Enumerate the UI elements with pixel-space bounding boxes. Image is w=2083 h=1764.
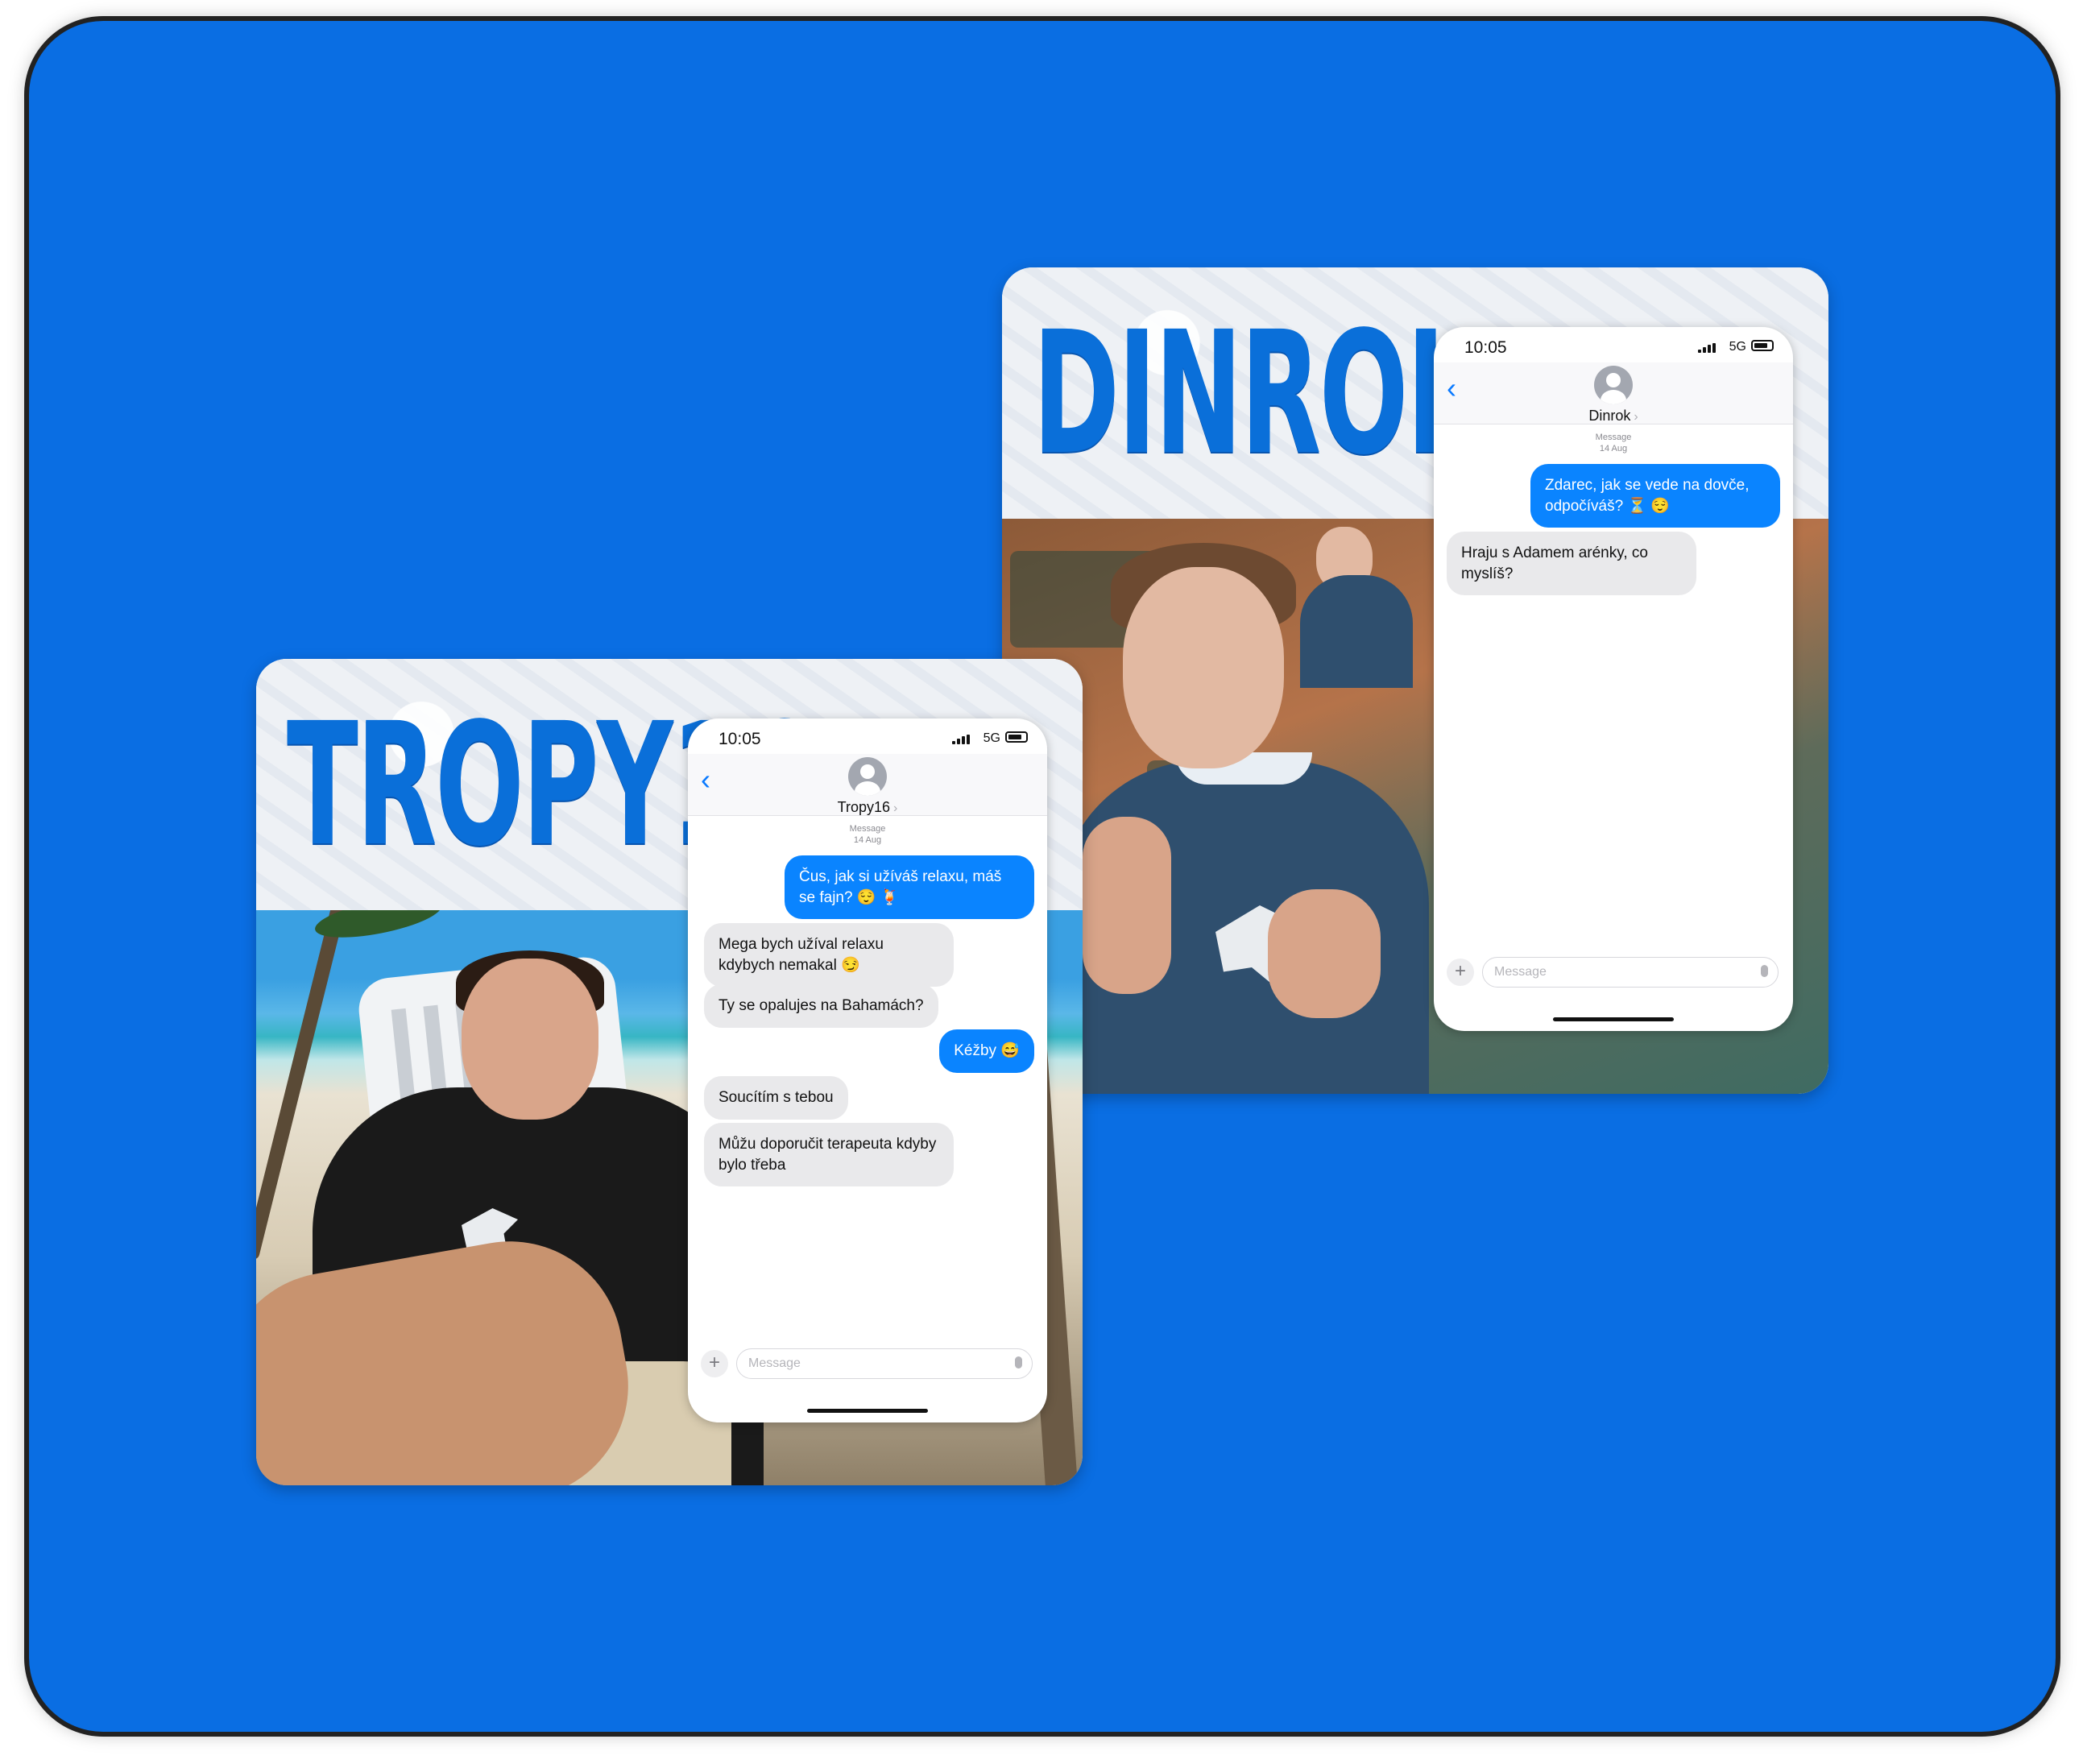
imessage-phone: 10:05 5G ‹ Dinrok › Message 14 Aug Zdarec…	[1434, 327, 1793, 1031]
contact-name[interactable]: Dinrok ›	[1434, 408, 1793, 424]
message-composer: + Message	[1447, 957, 1779, 988]
plus-icon[interactable]: +	[701, 1350, 728, 1377]
conversation-meta: Message 14 Aug	[849, 824, 886, 846]
promo-frame: DINROK 10:05 5G ‹ Dinrok › Message 14 Au…	[29, 21, 2056, 1732]
thumbs-up-hand	[1268, 889, 1381, 1018]
chevron-left-icon[interactable]: ‹	[1447, 374, 1456, 403]
hand	[1083, 817, 1171, 994]
person-face	[462, 959, 598, 1120]
person-face	[1123, 567, 1284, 768]
home-indicator	[1553, 1017, 1674, 1021]
signal-icon	[1698, 343, 1716, 353]
plus-icon[interactable]: +	[1447, 959, 1474, 986]
message-composer: + Message	[701, 1348, 1033, 1379]
chevron-left-icon[interactable]: ‹	[701, 765, 710, 794]
card-tropy16: TROPY16 10:05 5G ‹ Tropy16 › Message 14 …	[256, 659, 1083, 1485]
avatar[interactable]	[848, 757, 887, 796]
message-bubble-received[interactable]: Ty se opalujes na Bahamách?	[704, 984, 938, 1028]
status-time: 10:05	[718, 730, 761, 748]
network-label: 5G	[1729, 340, 1746, 354]
card-dinrok: DINROK 10:05 5G ‹ Dinrok › Message 14 Au…	[1002, 267, 1828, 1094]
message-bubble-sent[interactable]: Čus, jak si užíváš relaxu, máš se fajn? …	[785, 855, 1034, 920]
message-bubble-received[interactable]: Můžu doporučit terapeuta kdyby bylo třeb…	[704, 1123, 954, 1187]
avatar[interactable]	[1594, 366, 1633, 404]
battery-icon	[1751, 340, 1774, 351]
message-bubble-sent[interactable]: Kéžby 😅	[939, 1029, 1034, 1073]
contact-name[interactable]: Tropy16 ›	[688, 799, 1047, 816]
conversation-header: ‹ Tropy16 ›	[688, 754, 1047, 816]
microphone-icon[interactable]	[1015, 1356, 1022, 1369]
imessage-phone: 10:05 5G ‹ Tropy16 › Message 14 Aug Čus, …	[688, 718, 1047, 1422]
message-bubble-received[interactable]: Mega bych užíval relaxu kdybych nemakal …	[704, 923, 954, 988]
message-bubble-received[interactable]: Soucítím s tebou	[704, 1076, 848, 1120]
message-bubble-sent[interactable]: Zdarec, jak se vede na dovče, odpočíváš?…	[1530, 464, 1780, 528]
microphone-icon[interactable]	[1761, 965, 1768, 977]
home-indicator	[807, 1409, 928, 1413]
network-label: 5G	[983, 731, 1000, 745]
message-input[interactable]: Message	[736, 1348, 1033, 1379]
chevron-right-icon: ›	[1634, 410, 1638, 424]
battery-icon	[1005, 731, 1028, 743]
message-input[interactable]: Message	[1482, 957, 1779, 988]
signal-icon	[952, 735, 970, 744]
conversation-header: ‹ Dinrok ›	[1434, 362, 1793, 424]
chevron-right-icon: ›	[893, 801, 898, 815]
status-time: 10:05	[1464, 338, 1507, 357]
status-bar: 10:05 5G	[688, 718, 1047, 754]
banner-title: DINROK	[1033, 295, 1488, 492]
status-bar: 10:05 5G	[1434, 327, 1793, 362]
message-bubble-received[interactable]: Hraju s Adamem arénky, co myslíš?	[1447, 532, 1696, 596]
conversation-meta: Message 14 Aug	[1595, 433, 1632, 454]
